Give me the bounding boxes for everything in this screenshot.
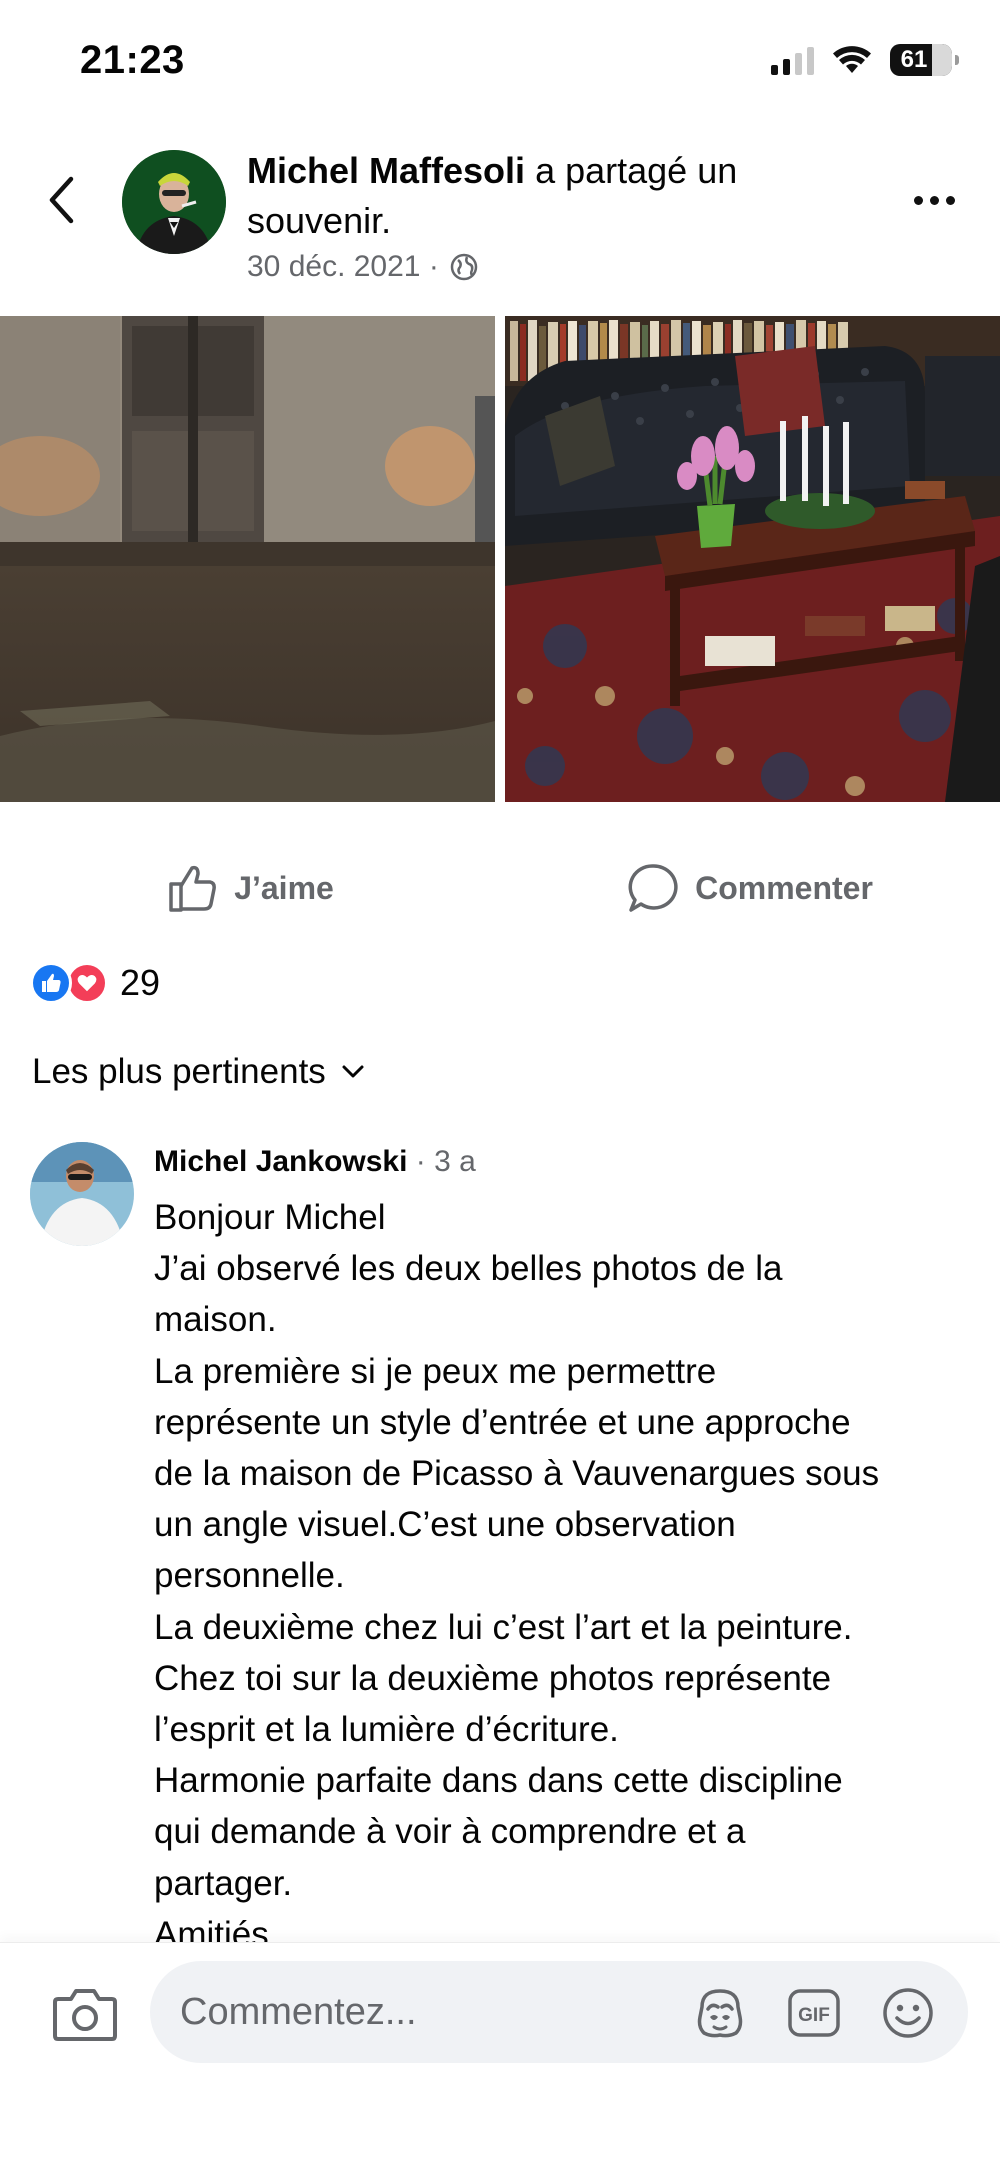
sort-label: Les plus pertinents	[32, 1052, 326, 1091]
chevron-left-icon	[49, 176, 74, 224]
comment-bubble-icon	[628, 864, 678, 912]
header-action-text-2: souvenir.	[247, 200, 392, 241]
comment-sort-dropdown[interactable]: Les plus pertinents	[32, 1052, 366, 1092]
comment-line: personnelle.	[154, 1556, 345, 1596]
globe-icon	[450, 253, 478, 281]
photo-grid	[0, 316, 1000, 802]
author-avatar[interactable]	[122, 150, 226, 254]
like-label: J’aime	[234, 869, 334, 906]
avatar-sticker-button[interactable]	[692, 1987, 748, 2039]
love-reaction-icon	[66, 962, 108, 1004]
comment-header: Michel Jankowski · 3 a	[154, 1140, 994, 1184]
comment-text: Bonjour Michel J’ai observé les deux bel…	[154, 1192, 994, 1960]
wifi-icon	[833, 46, 871, 73]
photo-door[interactable]	[0, 316, 495, 802]
post-date: 30 déc. 2021 ·	[247, 250, 439, 283]
more-options-button[interactable]	[904, 180, 964, 220]
comment-line: J’ai observé les deux belles photos de l…	[154, 1249, 783, 1289]
reaction-count: 29	[120, 962, 161, 1003]
comment-line: Chez toi sur la deuxième photos représen…	[154, 1658, 832, 1698]
post-meta: 30 déc. 2021 ·	[247, 250, 847, 284]
comment-line: qui demande à voir à comprendre et a	[154, 1812, 746, 1852]
author-name[interactable]: Michel Maffesoli	[247, 150, 525, 191]
comment-time: · 3 a	[407, 1145, 476, 1178]
post-header-text: Michel Maffesoli a partagé un souvenir. …	[247, 146, 847, 284]
back-button[interactable]	[36, 170, 86, 230]
comment-line: Bonjour Michel	[154, 1198, 386, 1237]
like-reaction-icon	[30, 962, 72, 1004]
comment-composer: Commentez... GIF	[0, 1942, 1000, 2165]
comment-input[interactable]: Commentez... GIF	[150, 1961, 968, 2063]
battery-icon: 61	[890, 44, 959, 76]
chevron-down-icon	[342, 1065, 364, 1078]
emoji-button[interactable]	[880, 1987, 936, 2039]
comment-line: représente un style d’entrée et une appr…	[154, 1402, 851, 1442]
status-icons: 61	[771, 44, 959, 76]
comment-line: un angle visuel.C’est une observation	[154, 1505, 736, 1545]
camera-button[interactable]	[52, 1985, 118, 2043]
gif-button[interactable]: GIF	[786, 1987, 842, 2039]
commenter-name[interactable]: Michel Jankowski	[154, 1145, 407, 1178]
gif-icon: GIF	[788, 1989, 840, 2037]
comment-line: l’esprit et la lumière d’écriture.	[154, 1710, 619, 1750]
comment-line: La première si je peux me permettre	[154, 1351, 717, 1391]
avatar-sticker-icon	[697, 1989, 743, 2038]
post-header: Michel Maffesoli a partagé un souvenir. …	[0, 130, 1000, 300]
like-button[interactable]: J’aime	[0, 848, 500, 928]
comment-line: maison.	[154, 1300, 277, 1340]
battery-level: 61	[900, 46, 928, 73]
status-time: 21:23	[80, 38, 185, 82]
photo-living-room[interactable]	[505, 316, 1000, 802]
emoji-icon	[883, 1988, 933, 2038]
comment-button[interactable]: Commenter	[500, 848, 1000, 928]
comment-line: de la maison de Picasso à Vauvenargues s…	[154, 1454, 880, 1494]
gif-label: GIF	[798, 2005, 830, 2026]
comment-label: Commenter	[695, 869, 873, 906]
comment-input-placeholder: Commentez...	[180, 1991, 417, 2033]
cellular-signal-icon	[771, 45, 814, 75]
status-bar: 21:23 61	[0, 0, 1000, 120]
comment-line: La deuxième chez lui c’est l’art et la p…	[154, 1607, 853, 1647]
header-action-text: a partagé un	[525, 150, 738, 191]
camera-icon	[53, 1989, 117, 2041]
more-horizontal-icon	[913, 195, 923, 205]
comment-line: Harmonie parfaite dans dans cette discip…	[154, 1761, 843, 1801]
reactions-summary[interactable]: 29	[30, 962, 160, 1004]
thumbs-up-icon	[169, 865, 217, 912]
post-actions: J’aime Commenter	[0, 848, 1000, 928]
comment-body: Michel Jankowski · 3 a Bonjour Michel J’…	[154, 1140, 994, 1960]
comment-line: partager.	[154, 1863, 293, 1903]
commenter-avatar[interactable]	[30, 1142, 134, 1246]
